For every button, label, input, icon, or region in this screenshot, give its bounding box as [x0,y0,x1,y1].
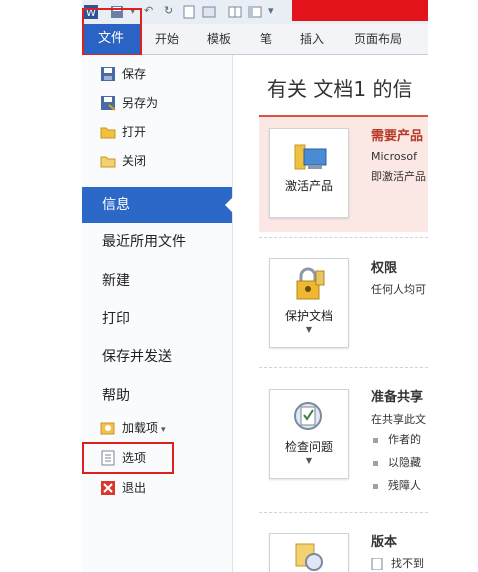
bullet-text: 以隐藏 [388,456,421,469]
activate-product-label: 激活产品 [284,179,333,193]
quick-access-toolbar: W ▾ ↶ ↻ ▾ [82,0,428,24]
addins-icon [100,420,116,436]
prepare-share-heading: 准备共享 [371,390,424,405]
save-icon[interactable] [110,4,124,18]
info-pane: 有关 文档1 的信 激活产品 需要产品 Microsof 即激活产品 保护文档 … [233,55,428,572]
customize-icon[interactable]: ▾ [268,4,274,18]
dropdown-icon[interactable]: ▾ [130,4,136,18]
menu-info[interactable]: 信息 [82,187,233,223]
versions-heading: 版本 [371,535,398,550]
word-logo-icon: W [84,4,98,19]
svg-text:W: W [86,8,96,19]
versions-text: 找不到 [391,557,424,570]
undo-icon[interactable]: ↶ [144,4,153,18]
menu-open-label: 打开 [122,125,147,139]
open-folder-icon [100,124,116,140]
menu-save[interactable]: 保存 [100,63,146,85]
menu-save-send[interactable]: 保存并发送 [102,342,172,372]
menu-save-as-label: 另存为 [122,96,159,110]
prepare-share-text: 在共享此文 [371,413,426,426]
tab-page-layout[interactable]: 页面布局 [354,24,402,54]
activation-text-line2: 即激活产品 [371,170,426,183]
menu-info-label: 信息 [102,197,130,213]
menu-new[interactable]: 新建 [102,266,130,296]
new-doc-icon[interactable] [182,4,196,19]
exit-icon [100,480,116,496]
menu-help[interactable]: 帮助 [102,381,130,411]
list-item: 以隐藏 [373,454,421,470]
tab-templates[interactable]: 模板 [207,24,231,54]
page-title: 有关 文档1 的信 [267,77,413,101]
menu-options-label: 选项 [122,451,147,465]
close-folder-icon [100,153,116,169]
menu-print[interactable]: 打印 [102,304,130,334]
ribbon-tabs: 文件 开始 模板 笔 插入 页面布局 [82,24,428,55]
bullet-text: 残障人 [388,479,421,492]
menu-open[interactable]: 打开 [100,121,146,143]
activate-product-button[interactable]: 激活产品 [269,128,349,218]
menu-options[interactable]: 选项 [100,447,146,469]
title-bar-strip [292,0,428,21]
tab-pen[interactable]: 笔 [260,24,272,54]
bullet-text: 作者的 [388,433,421,446]
tab-home[interactable]: 开始 [155,24,179,54]
layout-icon[interactable] [202,4,216,18]
menu-addins[interactable]: 加载项 ▾ [100,417,166,439]
menu-close[interactable]: 关闭 [100,150,146,172]
section-divider [259,367,428,368]
versions-icon [295,543,323,571]
selected-arrow-icon [225,197,233,213]
manage-versions-button[interactable] [269,533,349,572]
tab-insert[interactable]: 插入 [300,24,324,54]
tab-file[interactable]: 文件 [82,24,140,54]
activate-product-icon [294,144,327,170]
protect-document-button[interactable]: 保护文档 ▼ [269,258,349,348]
activation-heading: 需要产品 [371,129,424,144]
lock-icon [296,267,325,300]
backstage-menu: 保存 另存为 打开 关闭 信息 最近所用文件 新建 打印 保存并发送 帮助 加载… [82,55,233,572]
activation-text-line1: Microsof [371,150,417,163]
bullet-icon [373,460,378,466]
save-as-icon [100,95,116,111]
menu-close-label: 关闭 [122,154,147,168]
section-divider [259,512,428,513]
inspect-document-icon [294,402,322,430]
chevron-down-icon: ▼ [305,325,313,334]
protect-document-label: 保护文档 [284,309,333,323]
menu-exit-label: 退出 [122,481,147,495]
permissions-text: 任何人均可 [371,283,426,296]
list-item: 作者的 [373,431,421,447]
redo-icon[interactable]: ↻ [164,4,173,18]
menu-save-as[interactable]: 另存为 [100,92,158,114]
word-backstage-window: W ▾ ↶ ↻ ▾ 文件 开始 模板 笔 插入 页面布局 保存 另存为 打开 关… [82,0,428,572]
check-issues-button[interactable]: 检查问题 ▼ [269,389,349,479]
list-item: 残障人 [373,477,421,493]
versions-text-row: 找不到 [371,555,424,571]
menu-exit[interactable]: 退出 [100,477,146,499]
bullet-icon [373,437,378,443]
document-icon [371,557,383,571]
check-issues-label: 检查问题 [284,440,333,454]
options-icon [100,450,116,466]
save-icon [100,66,116,82]
menu-addins-label: 加载项 [122,421,159,435]
table-icon[interactable] [228,4,242,18]
panel-icon[interactable] [248,4,262,18]
bullet-icon [373,483,378,489]
menu-save-label: 保存 [122,67,147,81]
chevron-down-icon: ▼ [305,456,313,465]
menu-recent[interactable]: 最近所用文件 [102,227,186,257]
chevron-down-icon: ▾ [161,425,166,435]
section-divider [259,237,428,238]
permissions-heading: 权限 [371,261,398,276]
